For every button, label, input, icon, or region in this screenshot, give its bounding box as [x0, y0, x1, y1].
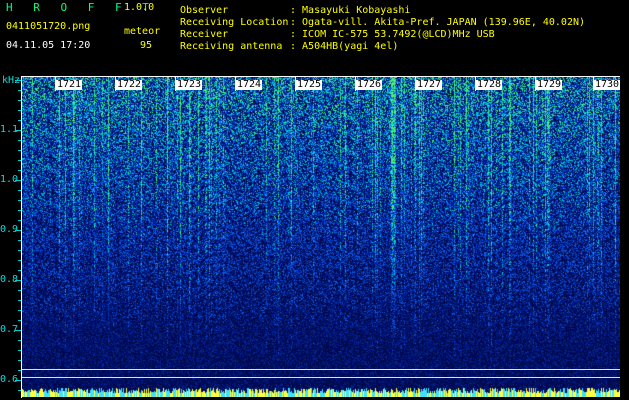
field-label-antenna: Receiving antenna	[180, 41, 283, 52]
field-value-location: : Ogata-vill. Akita-Pref. JAPAN (139.96E…	[290, 17, 586, 28]
meteor-count: 95	[140, 40, 153, 51]
minute-label: 1722	[116, 79, 143, 90]
minute-label: 1725	[296, 79, 323, 90]
filename: 0411051720.png	[6, 21, 91, 32]
minute-label: 1724	[236, 79, 263, 90]
field-label-observer: Observer	[180, 5, 229, 16]
minute-label: 1730	[594, 79, 621, 90]
spectrogram-frame	[21, 76, 620, 398]
minute-label: 1728	[476, 79, 503, 90]
minute-label: 1727	[416, 79, 443, 90]
field-value-receiver: : ICOM IC-575 53.7492(@LCD)MHz USB	[290, 29, 495, 40]
timestamp: 04.11.05 17:20	[6, 40, 91, 51]
minute-label: 1726	[356, 79, 383, 90]
minute-label: 1721	[56, 79, 83, 90]
field-value-antenna: : A504HB(yagi 4el)	[290, 41, 399, 52]
field-label-location: Receiving Location	[180, 17, 289, 28]
field-value-observer: : Masayuki Kobayashi	[290, 5, 411, 16]
minute-label: 1723	[176, 79, 203, 90]
axis-unit: kHz	[2, 75, 21, 86]
mode-label: meteor	[124, 26, 161, 37]
field-label-receiver: Receiver	[180, 29, 229, 40]
minute-label: 1729	[536, 79, 563, 90]
app-version: 1.0.0	[124, 2, 155, 13]
